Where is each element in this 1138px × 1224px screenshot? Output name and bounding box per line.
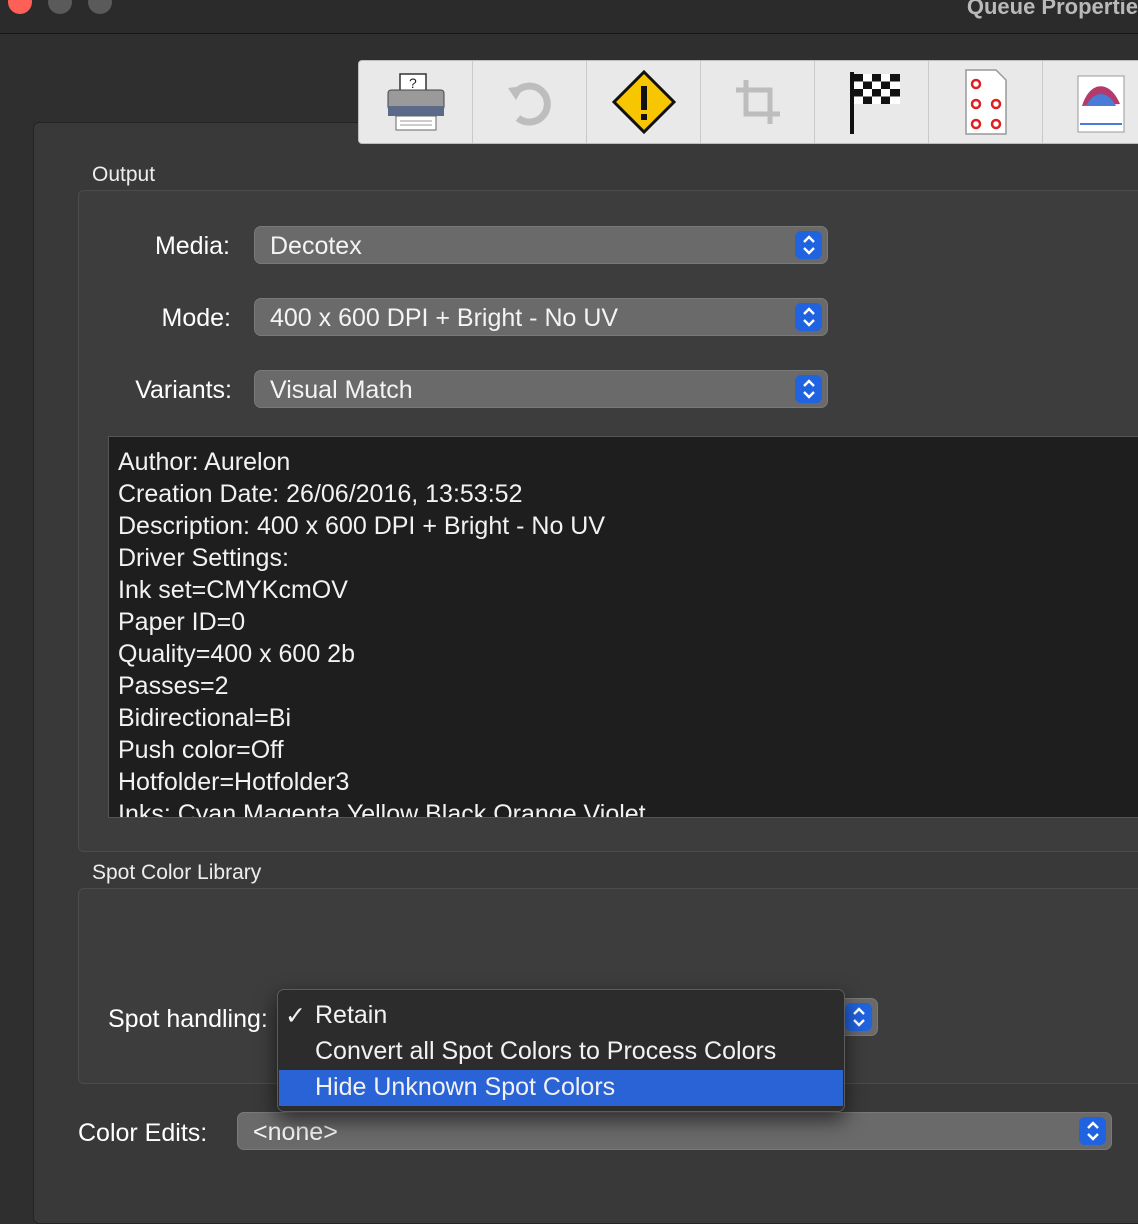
refresh-arrow-icon	[507, 82, 551, 126]
media-value: Decotex	[270, 232, 362, 260]
zoom-window-button[interactable]	[88, 0, 112, 14]
tool-color[interactable]	[1043, 61, 1138, 143]
minimize-window-button[interactable]	[48, 0, 72, 14]
menu-item-convert-process[interactable]: Convert all Spot Colors to Process Color…	[279, 1034, 843, 1070]
mode-value: 400 x 600 DPI + Bright - No UV	[270, 304, 619, 332]
details-line: Passes=2	[118, 672, 229, 700]
color-edits-popup[interactable]: <none>	[237, 1112, 1112, 1150]
title-bar: Queue Propertie	[0, 0, 1138, 34]
spot-handling-menu: ✓ Retain Convert all Spot Colors to Proc…	[277, 989, 845, 1112]
media-popup[interactable]: Decotex	[254, 226, 828, 264]
printer-icon: ?	[387, 73, 444, 131]
media-label: Media:	[154, 232, 230, 260]
menu-item-label: Retain	[315, 1001, 388, 1029]
chevron-updown-icon	[795, 303, 822, 331]
crop-icon	[735, 80, 780, 124]
details-line: Push color=Off	[118, 736, 284, 764]
details-line: Hotfolder=Hotfolder3	[118, 768, 350, 796]
chevron-updown-icon	[795, 375, 822, 403]
variants-popup[interactable]: Visual Match	[254, 370, 828, 408]
details-line: Ink set=CMYKcmOV	[118, 576, 348, 604]
chevron-updown-icon	[795, 231, 822, 259]
color-edits-label: Color Edits:	[78, 1119, 208, 1147]
details-line: Bidirectional=Bi	[118, 704, 292, 732]
svg-text:?: ?	[409, 75, 417, 91]
close-window-button[interactable]	[8, 0, 32, 14]
dot-grid-page-icon	[964, 69, 1007, 135]
spot-handling-label: Spot handling:	[108, 1005, 268, 1033]
output-section-label: Output	[92, 163, 156, 186]
spot-section-label: Spot Color Library	[92, 861, 262, 884]
checkmark-icon: ✓	[285, 1002, 306, 1030]
menu-item-label: Convert all Spot Colors to Process Color…	[315, 1037, 777, 1065]
menu-item-label: Hide Unknown Spot Colors	[315, 1073, 616, 1101]
warning-icon	[611, 69, 676, 135]
details-line: Quality=400 x 600 2b	[118, 640, 355, 668]
mode-label: Mode:	[161, 304, 231, 332]
toolbar: ?	[358, 60, 1138, 144]
chevron-updown-icon	[845, 1003, 872, 1031]
chevron-updown-icon	[1079, 1117, 1106, 1145]
tool-refresh[interactable]	[473, 61, 587, 143]
details-line: Inks: Cyan Magenta Yellow Black Orange V…	[118, 800, 646, 818]
tool-layout[interactable]	[929, 61, 1043, 143]
variants-value: Visual Match	[270, 376, 413, 404]
tool-crop[interactable]	[701, 61, 815, 143]
details-line: Description: 400 x 600 DPI + Bright - No…	[118, 512, 606, 540]
menu-item-hide-unknown[interactable]: Hide Unknown Spot Colors	[279, 1070, 843, 1106]
tool-warning[interactable]	[587, 61, 701, 143]
mode-popup[interactable]: 400 x 600 DPI + Bright - No UV	[254, 298, 828, 336]
tool-finish[interactable]	[815, 61, 929, 143]
details-line: Paper ID=0	[118, 608, 246, 636]
menu-item-retain[interactable]: ✓ Retain	[279, 998, 843, 1034]
profile-details-textarea[interactable]: Author: Aurelon Creation Date: 26/06/201…	[108, 436, 1138, 818]
color-edits-value: <none>	[253, 1118, 338, 1146]
details-line: Driver Settings:	[118, 544, 289, 572]
variants-label: Variants:	[135, 376, 232, 404]
checkered-flag-icon	[849, 72, 900, 134]
details-line: Author: Aurelon	[118, 448, 291, 476]
details-line: Creation Date: 26/06/2016, 13:53:52	[118, 480, 523, 508]
window-title: Queue Propertie	[966, 0, 1138, 19]
tool-printer[interactable]: ?	[359, 61, 473, 143]
color-profile-icon	[1077, 75, 1124, 133]
